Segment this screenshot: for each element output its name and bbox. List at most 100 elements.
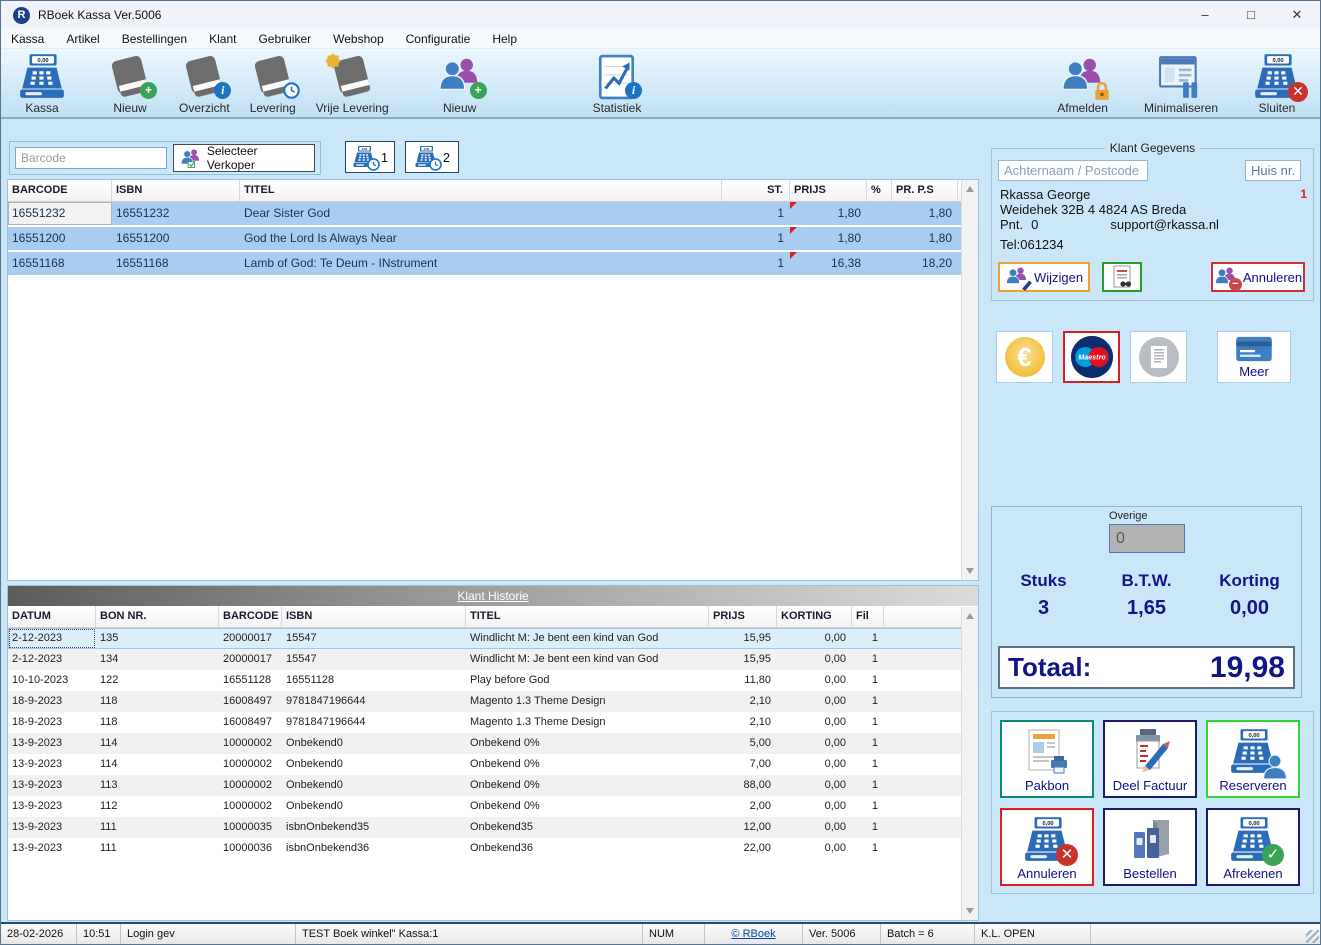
toolbar-kassa-button[interactable]: Kassa: [17, 53, 67, 115]
history-row[interactable]: 2-12-2023 134 20000017 15547 Windlicht M…: [8, 649, 978, 670]
rboek-link[interactable]: © RBoek: [731, 928, 775, 940]
hist-cell-bon: 118: [96, 691, 219, 712]
hist-cell-prijs: 2,00: [709, 796, 777, 817]
history-row[interactable]: 13-9-2023 113 10000002 Onbekend0 Onbeken…: [8, 775, 978, 796]
menu-bestellingen[interactable]: Bestellingen: [122, 32, 187, 46]
cart-cell-st: 1: [722, 252, 790, 275]
menu-kassa[interactable]: Kassa: [11, 32, 44, 46]
toolbar-overzicht-button[interactable]: i Overzicht: [179, 53, 230, 115]
toolbar-minimaliseren-button[interactable]: Minimaliseren: [1144, 53, 1218, 115]
hist-col-bon[interactable]: BON NR.: [96, 606, 219, 627]
reserveren-button[interactable]: Reserveren: [1206, 720, 1300, 798]
pakbon-button[interactable]: Pakbon: [1000, 720, 1094, 798]
pay-cash-button[interactable]: €: [996, 331, 1053, 383]
hist-cell-prijs: 2,10: [709, 691, 777, 712]
hist-cell-barcode: 16008497: [219, 712, 282, 733]
stuks-label: Stuks: [992, 571, 1095, 591]
star-icon: [323, 51, 343, 71]
people-plus-icon: +: [437, 53, 483, 101]
bestellen-button[interactable]: Bestellen: [1103, 808, 1197, 886]
menu-artikel[interactable]: Artikel: [66, 32, 99, 46]
cart-col-prijs[interactable]: PRIJS: [790, 180, 867, 201]
register-1-button[interactable]: 1: [345, 141, 395, 173]
history-row[interactable]: 10-10-2023 122 16551128 16551128 Play be…: [8, 670, 978, 691]
achternaam-postcode-input[interactable]: [998, 160, 1148, 181]
close-button[interactable]: ✕: [1274, 1, 1320, 29]
cart-col-isbn[interactable]: ISBN: [112, 180, 240, 201]
document-search-button[interactable]: [1102, 262, 1142, 292]
toolbar-statistiek-button[interactable]: i Statistiek: [593, 53, 642, 115]
cart-scrollbar[interactable]: [961, 180, 978, 580]
pay-meer-button[interactable]: Meer: [1217, 331, 1291, 383]
huisnr-input[interactable]: [1245, 160, 1301, 181]
hist-cell-titel: Onbekend36: [466, 838, 709, 859]
select-verkoper-button[interactable]: Selecteer Verkoper: [173, 144, 315, 172]
book-plus-icon: +: [107, 53, 153, 101]
hist-cell-barcode: 20000017: [219, 628, 282, 649]
cart-row[interactable]: 16551168 16551168 Lamb of God: Te Deum -…: [8, 252, 978, 275]
hist-cell-datum: 10-10-2023: [8, 670, 96, 691]
register-2-button[interactable]: 2: [405, 141, 459, 173]
hist-col-korting[interactable]: KORTING: [777, 606, 852, 627]
cart-col-prps[interactable]: PR. P.S: [892, 180, 958, 201]
menu-help[interactable]: Help: [492, 32, 517, 46]
overige-input[interactable]: [1109, 524, 1185, 553]
hist-cell-titel: Magento 1.3 Theme Design: [466, 691, 709, 712]
toolbar-sluiten-button[interactable]: ✕ Sluiten: [1252, 53, 1302, 115]
hist-cell-prijs: 15,95: [709, 649, 777, 670]
history-row[interactable]: 13-9-2023 112 10000002 Onbekend0 Onbeken…: [8, 796, 978, 817]
toolbar-vrije-levering-button[interactable]: Vrije Levering: [316, 53, 389, 115]
cart-cell-isbn: 16551200: [112, 227, 240, 250]
receipt-icon: [1139, 337, 1179, 377]
toolbar-nieuw-klant-button[interactable]: + Nieuw: [437, 53, 483, 115]
hist-col-datum[interactable]: DATUM: [8, 606, 96, 627]
menu-webshop[interactable]: Webshop: [333, 32, 383, 46]
toolbar: Kassa + Nieuw i Overzicht Levering Vrije…: [1, 49, 1320, 119]
actions-panel: Pakbon Deel Factuur Reserveren ✕ Annuler…: [991, 711, 1314, 894]
hist-col-barcode[interactable]: BARCODE: [219, 606, 282, 627]
history-row[interactable]: 18-9-2023 118 16008497 9781847196644 Mag…: [8, 712, 978, 733]
resize-grip[interactable]: [1306, 930, 1319, 943]
hist-col-prijs[interactable]: PRIJS: [709, 606, 777, 627]
hist-cell-korting: 0,00: [777, 775, 852, 796]
afrekenen-button[interactable]: ✓ Afrekenen: [1206, 808, 1300, 886]
cart-row[interactable]: 16551200 16551200 God the Lord Is Always…: [8, 227, 978, 250]
history-row[interactable]: 13-9-2023 114 10000002 Onbekend0 Onbeken…: [8, 754, 978, 775]
cart-col-titel[interactable]: TITEL: [240, 180, 722, 201]
cart-col-st[interactable]: ST.: [722, 180, 790, 201]
toolbar-levering-button[interactable]: Levering: [250, 53, 296, 115]
toolbar-nieuw-boek-button[interactable]: + Nieuw: [107, 53, 153, 115]
register-clock-icon: [352, 146, 376, 168]
cart-cell-prijs: 16,38: [790, 252, 867, 275]
menu-gebruiker[interactable]: Gebruiker: [258, 32, 311, 46]
hist-col-titel[interactable]: TITEL: [466, 606, 709, 627]
cart-col-pct[interactable]: %: [867, 180, 892, 201]
cart-cell-pct: [867, 252, 892, 275]
hist-cell-bon: 135: [96, 628, 219, 649]
maximize-button[interactable]: □: [1228, 1, 1274, 29]
hist-col-isbn[interactable]: ISBN: [282, 606, 466, 627]
minimize-button[interactable]: –: [1182, 1, 1228, 29]
hist-col-fil[interactable]: Fil: [852, 606, 884, 627]
pay-receipt-button[interactable]: [1130, 331, 1187, 383]
pay-maestro-button[interactable]: Maestro: [1063, 331, 1120, 383]
menu-configuratie[interactable]: Configuratie: [406, 32, 471, 46]
barcode-input[interactable]: [15, 147, 167, 169]
history-row[interactable]: 2-12-2023 135 20000017 15547 Windlicht M…: [8, 628, 978, 649]
window-minimize-icon: [1158, 53, 1204, 101]
history-row[interactable]: 13-9-2023 111 10000036 isbnOnbekend36 On…: [8, 838, 978, 859]
hist-cell-bon: 111: [96, 838, 219, 859]
history-row[interactable]: 13-9-2023 114 10000002 Onbekend0 Onbeken…: [8, 733, 978, 754]
history-row[interactable]: 13-9-2023 111 10000035 isbnOnbekend35 On…: [8, 817, 978, 838]
klant-annuleren-button[interactable]: − Annuleren: [1211, 262, 1305, 292]
deel-factuur-button[interactable]: Deel Factuur: [1103, 720, 1197, 798]
wijzigen-button[interactable]: Wijzigen: [998, 262, 1090, 292]
annuleren-button[interactable]: ✕ Annuleren: [1000, 808, 1094, 886]
cart-row[interactable]: 16551232 16551232 Dear Sister God 1 1,80…: [8, 202, 978, 225]
history-scrollbar[interactable]: [961, 607, 978, 920]
history-row[interactable]: 18-9-2023 118 16008497 9781847196644 Mag…: [8, 691, 978, 712]
toolbar-afmelden-button[interactable]: Afmelden: [1057, 53, 1108, 115]
hist-cell-barcode: 10000002: [219, 775, 282, 796]
menu-klant[interactable]: Klant: [209, 32, 236, 46]
cart-col-barcode[interactable]: BARCODE: [8, 180, 112, 201]
